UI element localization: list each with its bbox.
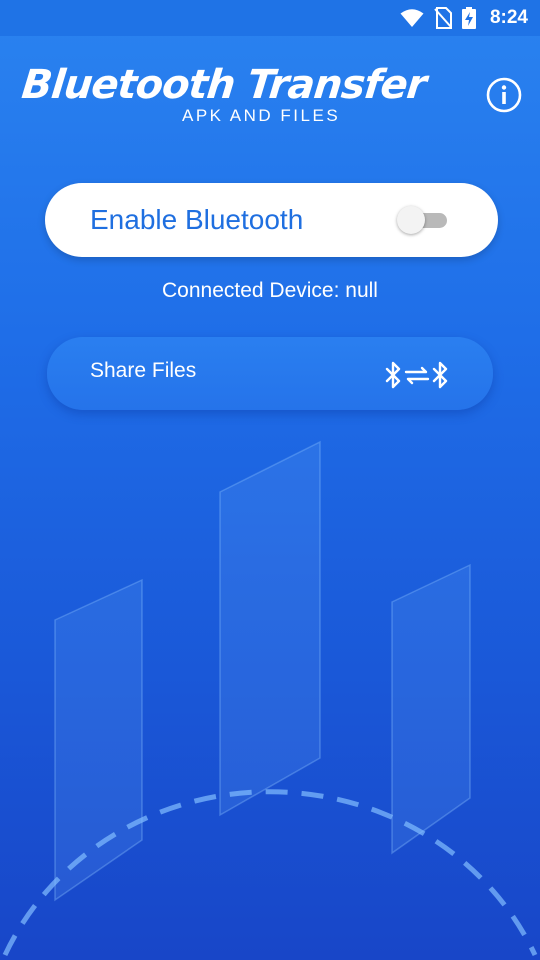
enable-bluetooth-label: Enable Bluetooth bbox=[90, 204, 304, 235]
connected-device-text: Connected Device: null bbox=[162, 279, 378, 302]
info-button[interactable] bbox=[486, 77, 522, 113]
no-sim-icon bbox=[434, 7, 452, 29]
background-illustration bbox=[2, 440, 538, 957]
bluetooth-toggle[interactable] bbox=[397, 205, 453, 235]
share-files-label: Share Files bbox=[90, 359, 197, 382]
toggle-thumb bbox=[397, 206, 425, 234]
enable-bluetooth-card: Enable Bluetooth bbox=[45, 183, 498, 257]
bluetooth-transfer-icon bbox=[384, 361, 454, 391]
battery-charging-icon bbox=[461, 7, 476, 29]
status-bar: 8:24 bbox=[0, 0, 540, 36]
app-subtitle: APK AND FILES bbox=[182, 106, 341, 125]
share-files-button[interactable]: Share Files bbox=[47, 337, 493, 410]
status-time: 8:24 bbox=[489, 7, 528, 28]
wifi-icon bbox=[400, 8, 424, 28]
info-icon bbox=[486, 77, 522, 113]
app-title: Bluetooth Transfer bbox=[19, 62, 428, 108]
